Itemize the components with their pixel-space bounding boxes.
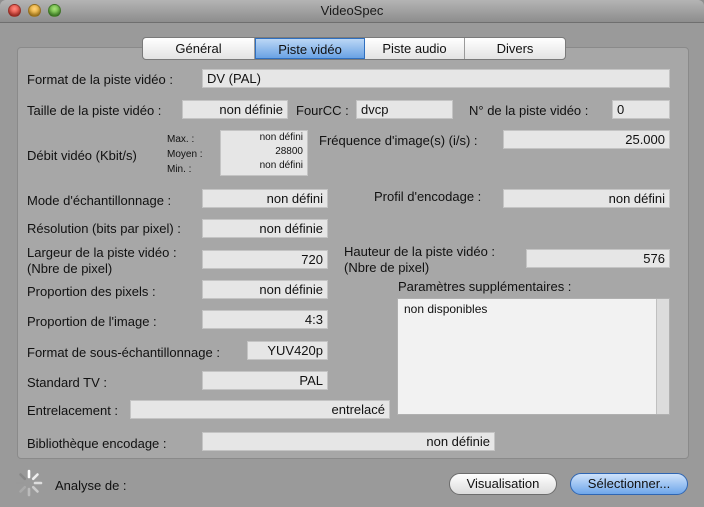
format-label: Format de la piste vidéo : — [27, 72, 173, 87]
selectionner-button[interactable]: Sélectionner... — [570, 473, 688, 495]
standard-field: PAL — [202, 371, 328, 390]
title-bar: VideoSpec — [0, 0, 704, 23]
hauteur-unit-label: (Nbre de pixel) — [344, 260, 430, 275]
taille-label: Taille de la piste vidéo : — [27, 103, 162, 118]
window-title: VideoSpec — [320, 3, 384, 18]
fourcc-field: dvcp — [356, 100, 453, 119]
prop-pixels-label: Proportion des pixels : — [27, 284, 156, 299]
resolution-field: non définie — [202, 219, 328, 238]
frequence-label: Fréquence d'image(s) (i/s) : — [319, 133, 478, 148]
entrelacement-label: Entrelacement : — [27, 403, 119, 418]
debit-max-label: Max. : — [167, 134, 195, 145]
bibliotheque-label: Bibliothèque encodage : — [27, 436, 167, 451]
standard-label: Standard TV : — [27, 375, 107, 390]
debit-moyen-label: Moyen : — [167, 149, 203, 160]
analyse-label: Analyse de : — [55, 478, 127, 493]
debit-min-value: non défini — [259, 160, 303, 171]
debit-min-label: Min. : — [167, 164, 192, 175]
largeur-field: 720 — [202, 250, 328, 269]
tab-general[interactable]: Général — [143, 38, 255, 59]
tab-bar: Général Piste vidéo Piste audio Divers — [142, 37, 566, 60]
bibliotheque-field: non définie — [202, 432, 495, 451]
debit-values-box: non défini 28800 non défini — [220, 130, 308, 176]
profil-label: Profil d'encodage : — [374, 189, 482, 204]
mode-field: non défini — [202, 189, 328, 208]
sous-ech-field: YUV420p — [247, 341, 328, 360]
tab-piste-video[interactable]: Piste vidéo — [255, 38, 365, 59]
numero-field: 0 — [612, 100, 670, 119]
hauteur-field: 576 — [526, 249, 670, 268]
tab-piste-audio[interactable]: Piste audio — [365, 38, 465, 59]
debit-moyen-value: 28800 — [275, 146, 303, 157]
hauteur-label: Hauteur de la piste vidéo : — [344, 244, 496, 259]
largeur-unit-label: (Nbre de pixel) — [27, 261, 113, 276]
sous-ech-label: Format de sous-échantillonnage : — [27, 345, 220, 360]
frequence-field: 25.000 — [503, 130, 670, 149]
largeur-label: Largeur de la piste vidéo : — [27, 245, 177, 260]
prop-image-label: Proportion de l'image : — [27, 314, 157, 329]
params-textarea[interactable]: non disponibles — [397, 298, 670, 415]
taille-field: non définie — [182, 100, 288, 119]
debit-max-value: non défini — [259, 132, 303, 143]
fourcc-label: FourCC : — [296, 103, 349, 118]
debit-label: Débit vidéo (Kbit/s) — [27, 148, 137, 163]
entrelacement-field: entrelacé — [130, 400, 390, 419]
params-text: non disponibles — [404, 302, 488, 316]
format-field: DV (PAL) — [202, 69, 670, 88]
resolution-label: Résolution (bits par pixel) : — [27, 221, 181, 236]
params-scrollbar[interactable] — [656, 299, 669, 414]
visualisation-button[interactable]: Visualisation — [449, 473, 557, 495]
numero-label: N° de la piste vidéo : — [469, 103, 589, 118]
prop-pixels-field: non définie — [202, 280, 328, 299]
params-label: Paramètres supplémentaires : — [398, 279, 572, 294]
profil-field: non défini — [503, 189, 670, 208]
mode-label: Mode d'échantillonnage : — [27, 193, 172, 208]
activity-spinner-icon — [15, 469, 43, 497]
videospec-window: VideoSpec Général Piste vidéo Piste audi… — [0, 0, 704, 507]
tab-divers[interactable]: Divers — [465, 38, 565, 59]
prop-image-field: 4:3 — [202, 310, 328, 329]
